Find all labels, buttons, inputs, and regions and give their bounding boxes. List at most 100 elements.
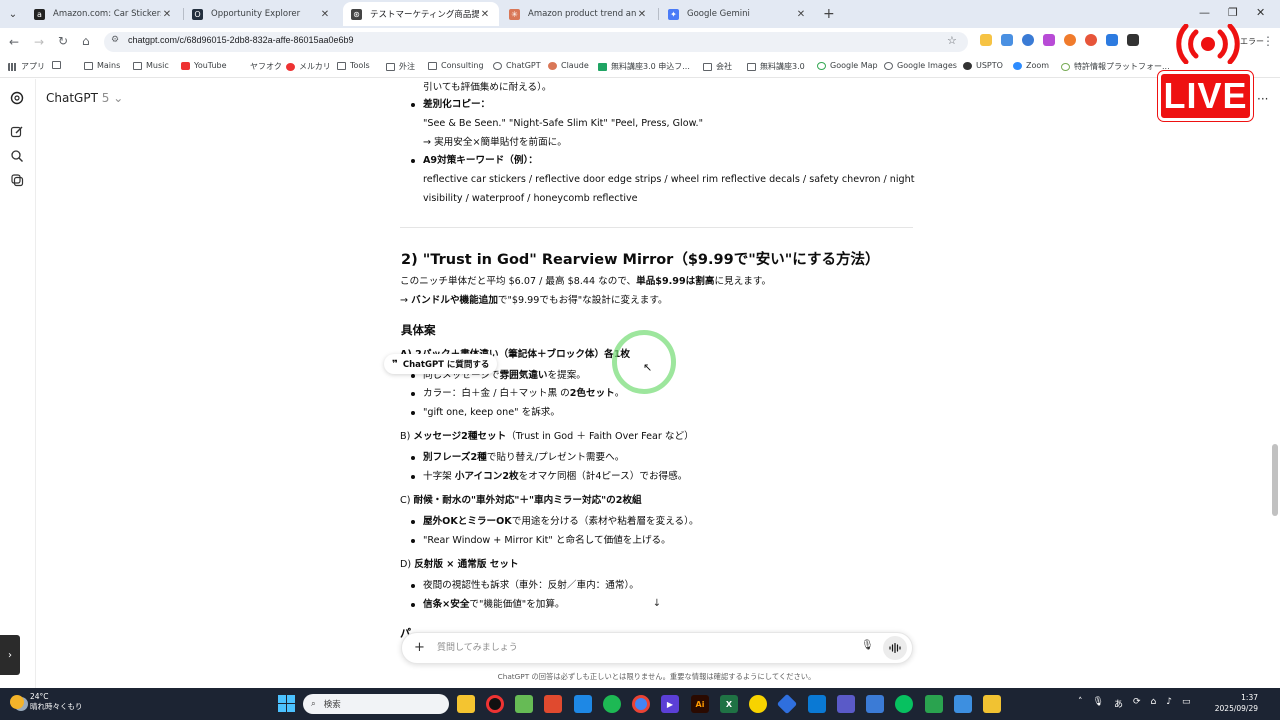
scroll-to-bottom-button[interactable]: ↓ xyxy=(647,594,667,612)
extension-icon[interactable] xyxy=(1001,34,1013,46)
app-icon[interactable] xyxy=(866,695,884,713)
microphone-icon[interactable]: 🎙︎ xyxy=(861,640,874,651)
weather-widget[interactable]: 24°C 晴れ時々くもり xyxy=(10,692,83,712)
site-info-icon[interactable]: ⚙ xyxy=(111,35,119,45)
bookmark-music[interactable]: Music xyxy=(133,61,169,70)
record-app-icon[interactable] xyxy=(486,695,504,713)
sidebar-toggle-button[interactable]: › xyxy=(0,635,20,675)
wechat-icon[interactable] xyxy=(895,695,913,713)
vscode-icon[interactable] xyxy=(808,695,826,713)
home-icon[interactable]: ⌂ xyxy=(82,34,90,48)
illustrator-icon[interactable]: Ai xyxy=(691,695,709,713)
chrome-icon[interactable] xyxy=(632,695,650,713)
app-icon[interactable] xyxy=(544,695,562,713)
download-icon[interactable] xyxy=(1106,34,1118,46)
back-icon[interactable]: ← xyxy=(9,35,19,49)
bookmark-uspto[interactable]: USPTO xyxy=(963,61,1003,70)
clock[interactable]: 1:37 2025/09/29 xyxy=(1208,692,1258,714)
scrollbar-track[interactable] xyxy=(1271,79,1279,688)
scrollbar-thumb[interactable] xyxy=(1272,444,1278,516)
extension-icon[interactable] xyxy=(1043,34,1055,46)
minimize-icon[interactable]: — xyxy=(1199,6,1210,19)
claude-favicon-icon: ✳ xyxy=(509,8,520,20)
folder-icon xyxy=(703,62,712,71)
extension-icon[interactable] xyxy=(980,34,992,46)
close-tab-icon[interactable]: ✕ xyxy=(795,9,807,20)
tab-google-gemini[interactable]: ✦ Google Gemini ✕ xyxy=(660,2,815,26)
app-icon[interactable] xyxy=(749,695,767,713)
bookmark-free-course-form[interactable]: 無料講座3.0 申込フ... xyxy=(598,61,690,72)
app-icon[interactable] xyxy=(925,695,943,713)
extension-icon[interactable] xyxy=(1085,34,1097,46)
attach-plus-icon[interactable]: + xyxy=(414,640,425,655)
tab-test-marketing[interactable]: ⊛ テストマーケティング商品提案 ✕ xyxy=(343,2,499,26)
bookmark-google-images[interactable]: Google Images xyxy=(884,61,957,70)
model-selector[interactable]: ChatGPT 5 ⌄ xyxy=(46,91,123,105)
forward-icon[interactable]: → xyxy=(34,35,44,49)
game-app-icon[interactable] xyxy=(515,695,533,713)
tab-search-chevron-icon[interactable]: ⌄ xyxy=(4,5,22,23)
restore-icon[interactable]: ❐ xyxy=(1228,6,1238,19)
excel-icon[interactable]: X xyxy=(720,695,738,713)
search-icon[interactable] xyxy=(10,149,24,163)
battery-icon[interactable]: ▭ xyxy=(1182,697,1191,710)
library-icon[interactable] xyxy=(10,173,24,187)
bookmark-apps[interactable]: アプリ xyxy=(8,61,45,72)
bookmark-google-map[interactable]: Google Map xyxy=(817,61,878,70)
extension-icon[interactable] xyxy=(1127,34,1139,46)
new-chat-icon[interactable] xyxy=(10,125,24,139)
bookmark-claude[interactable]: Claude xyxy=(548,61,589,70)
close-tab-icon[interactable]: ✕ xyxy=(161,9,173,20)
network-icon[interactable]: ⌂ xyxy=(1151,697,1157,710)
close-tab-icon[interactable]: ✕ xyxy=(479,9,491,20)
openai-logo-icon[interactable] xyxy=(10,91,24,105)
bookmark-mains[interactable]: Mains xyxy=(84,61,120,70)
close-window-icon[interactable]: ✕ xyxy=(1256,6,1265,19)
tab-amazon-trend-analysis[interactable]: ✳ Amazon product trend analysis ✕ xyxy=(501,2,656,26)
ime-indicator[interactable]: あ xyxy=(1114,697,1123,710)
bookmark-tools[interactable]: Tools xyxy=(337,61,370,70)
extension-icon[interactable] xyxy=(1064,34,1076,46)
notes-app-icon[interactable] xyxy=(574,695,592,713)
new-tab-icon[interactable]: + xyxy=(823,6,835,22)
bookmark-jplatpat[interactable]: 特許情報プラットフォー... xyxy=(1061,61,1170,72)
tab-opportunity-explorer[interactable]: O Opportunity Explorer ✕ xyxy=(184,2,339,26)
ask-chatgpt-popover[interactable]: ❞ ChatGPT に質問する xyxy=(384,354,498,374)
start-button[interactable] xyxy=(278,695,295,712)
tab-amazon-car-stickers[interactable]: a Amazon.com: Car Stickers ✕ xyxy=(26,2,181,26)
bookmark-star-icon[interactable]: ☆ xyxy=(947,34,957,47)
app-icon[interactable] xyxy=(983,695,1001,713)
volume-icon[interactable]: ♪ xyxy=(1166,697,1172,710)
file-explorer-icon[interactable] xyxy=(457,695,475,713)
teams-icon[interactable] xyxy=(837,695,855,713)
bookmark-company[interactable]: 会社 xyxy=(703,61,732,72)
url-text[interactable]: chatgpt.com/c/68d96015-2db8-832a-affe-86… xyxy=(128,35,354,45)
browser-menu-icon[interactable]: ⋮ xyxy=(1262,34,1274,48)
close-tab-icon[interactable]: ✕ xyxy=(636,9,648,20)
extension-icon[interactable] xyxy=(1022,34,1034,46)
list-item: "gift one, keep one" を訴求。 xyxy=(411,404,560,423)
taskbar-search[interactable]: ⌕ 検索 xyxy=(303,694,449,714)
bookmark-grid[interactable] xyxy=(52,61,65,69)
bookmark-zoom[interactable]: Zoom xyxy=(1013,61,1049,70)
voice-mode-button[interactable] xyxy=(883,636,907,660)
chevron-up-icon[interactable]: ˄ xyxy=(1078,697,1083,710)
bookmark-youtube[interactable]: YouTube xyxy=(181,61,227,70)
sync-icon[interactable]: ⟳ xyxy=(1133,697,1141,710)
bookmark-consulting[interactable]: Consulting xyxy=(428,61,484,70)
bookmark-yahuoku[interactable]: ヤフオク xyxy=(237,61,282,72)
reload-icon[interactable]: ↻ xyxy=(58,34,68,48)
text-bold: 別フレーズ2種 xyxy=(423,452,487,463)
bookmark-mercari[interactable]: メルカリ xyxy=(286,61,331,72)
conversation-menu-icon[interactable]: ··· xyxy=(1257,92,1268,106)
bookmark-outsourcing[interactable]: 外注 xyxy=(386,61,415,72)
app-icon[interactable] xyxy=(954,695,972,713)
bookmark-free-course[interactable]: 無料講座3.0 xyxy=(747,61,805,72)
media-app-icon[interactable]: ▶ xyxy=(661,695,679,713)
prompt-input[interactable] xyxy=(437,640,837,656)
bookmark-chatgpt[interactable]: ChatGPT xyxy=(493,61,541,70)
microphone-icon[interactable]: 🎙︎ xyxy=(1093,697,1104,710)
bookmark-label: Claude xyxy=(561,61,589,70)
close-tab-icon[interactable]: ✕ xyxy=(319,9,331,20)
spotify-icon[interactable] xyxy=(603,695,621,713)
